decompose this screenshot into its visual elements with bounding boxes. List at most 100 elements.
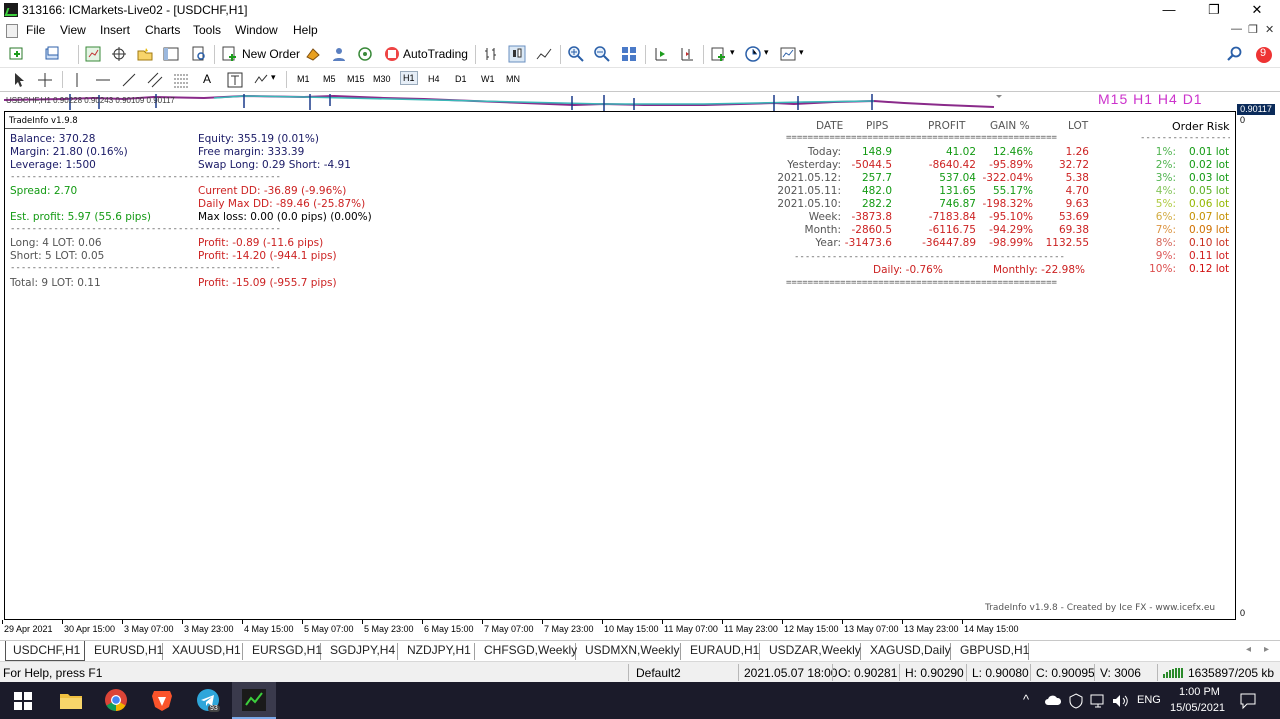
mini-chart-label: USDCHF,H1 0.90228 0.90243 0.90109 0.9011… — [6, 96, 175, 105]
market-watch-icon[interactable] — [84, 45, 102, 63]
onedrive-cloud-icon[interactable] — [1044, 694, 1062, 706]
menu-view[interactable]: View — [60, 23, 86, 37]
leverage-text: Leverage: 1:500 — [10, 159, 96, 171]
chart-tab[interactable]: NZDJPY,H1 — [400, 643, 475, 660]
trendline-icon[interactable] — [120, 71, 138, 89]
tabs-scroll-left-icon[interactable]: ◂ — [1246, 644, 1251, 655]
short-positions-text: Short: 5 LOT: 0.05 — [10, 250, 105, 262]
menu-tools[interactable]: Tools — [193, 23, 221, 37]
language-indicator[interactable]: ENG — [1137, 694, 1161, 706]
menu-file[interactable]: File — [26, 23, 45, 37]
timeframe-d1[interactable]: D1 — [455, 74, 467, 84]
equidistant-channel-icon[interactable] — [146, 71, 164, 89]
periods-clock-icon[interactable] — [744, 45, 762, 63]
chart-tab[interactable]: CHFSGD,Weekly — [477, 643, 577, 660]
profiles-icon[interactable] — [44, 45, 62, 63]
templates-icon[interactable] — [779, 45, 797, 63]
signals-icon[interactable] — [356, 45, 374, 63]
chart-shift-icon[interactable] — [678, 45, 696, 63]
search-icon[interactable] — [1226, 45, 1244, 63]
connection-bars-icon[interactable] — [1163, 667, 1185, 679]
new-chart-icon[interactable] — [8, 45, 26, 63]
data-window-icon[interactable] — [110, 45, 128, 63]
timeframe-w1[interactable]: W1 — [481, 74, 495, 84]
timeframe-m15[interactable]: M15 — [347, 74, 365, 84]
tabs-scroll-right-icon[interactable]: ▸ — [1264, 644, 1269, 655]
metaeditor-icon[interactable] — [304, 45, 322, 63]
chart-tab[interactable]: GBPUSD,H1 — [953, 643, 1029, 660]
text-tool-icon[interactable]: A — [203, 72, 211, 86]
close-button[interactable]: ✕ — [1234, 0, 1280, 20]
show-hidden-icons-icon[interactable]: ^ — [1023, 692, 1029, 707]
stats-cell-profit: -8640.42 — [928, 159, 976, 171]
mdi-close-icon[interactable]: ✕ — [1265, 23, 1274, 36]
zoom-out-icon[interactable] — [593, 45, 611, 63]
crosshair-icon[interactable] — [36, 71, 54, 89]
auto-scroll-icon[interactable] — [652, 45, 670, 63]
periods-dropdown-icon[interactable]: ▾ — [764, 47, 769, 58]
arrows-dropdown-icon[interactable]: ▾ — [271, 72, 276, 83]
file-explorer-icon[interactable] — [59, 690, 83, 710]
line-chart-icon[interactable] — [535, 45, 553, 63]
menu-insert[interactable]: Insert — [100, 23, 130, 37]
restore-button[interactable]: ❐ — [1191, 0, 1237, 20]
chart-tab[interactable]: EURUSD,H1 — [87, 643, 163, 660]
chart-tab[interactable]: EURSGD,H1 — [245, 643, 322, 660]
windows-start-icon[interactable] — [14, 692, 32, 710]
indicators-icon[interactable] — [710, 45, 728, 63]
indicators-dropdown-icon[interactable]: ▾ — [730, 47, 735, 58]
mdi-restore-icon[interactable]: ❐ — [1248, 23, 1258, 36]
terminal-icon[interactable] — [162, 45, 180, 63]
security-icon[interactable] — [1068, 693, 1084, 709]
vertical-line-icon[interactable] — [68, 71, 86, 89]
timeframe-m30[interactable]: M30 — [373, 74, 391, 84]
arrows-icon[interactable] — [252, 71, 270, 89]
new-order-icon[interactable] — [221, 45, 239, 63]
timeframe-h4[interactable]: H4 — [428, 74, 440, 84]
tradeinfo-separator-1: ----------------------------------------… — [10, 172, 281, 182]
cursor-icon[interactable] — [10, 71, 28, 89]
autotrading-icon[interactable] — [383, 45, 401, 63]
chart-tab[interactable]: USDZAR,Weekly — [762, 643, 861, 660]
taskbar-date[interactable]: 15/05/2021 — [1170, 702, 1225, 714]
minimize-button[interactable]: — — [1146, 0, 1192, 20]
chart-document-icon[interactable] — [6, 24, 18, 38]
templates-dropdown-icon[interactable]: ▾ — [799, 47, 804, 58]
tile-windows-icon[interactable] — [620, 45, 638, 63]
timeframe-h1[interactable]: H1 — [400, 71, 418, 85]
order-risk-lot: 0.05 lot — [1189, 185, 1230, 197]
chart-tab[interactable]: USDMXN,Weekly — [578, 643, 681, 660]
action-center-icon[interactable] — [1239, 692, 1257, 710]
zoom-in-icon[interactable] — [567, 45, 585, 63]
menu-help[interactable]: Help — [293, 23, 318, 37]
horizontal-line-icon[interactable] — [94, 71, 112, 89]
order-risk-percent: 4%: — [1155, 185, 1176, 197]
candlestick-chart-icon[interactable] — [508, 45, 526, 63]
timeframe-mn[interactable]: MN — [506, 74, 520, 84]
menu-window[interactable]: Window — [235, 23, 278, 37]
new-order-button[interactable]: New Order — [242, 47, 300, 61]
chart-tab[interactable]: SGDJPY,H4 — [323, 643, 398, 660]
chart-tab[interactable]: XAGUSD,Daily — [863, 643, 951, 660]
community-icon[interactable] — [330, 45, 348, 63]
chart-tab[interactable]: USDCHF,H1 — [5, 641, 85, 661]
brave-browser-icon[interactable] — [151, 688, 173, 712]
chrome-icon[interactable] — [104, 688, 128, 712]
navigator-icon[interactable] — [136, 45, 154, 63]
strategy-tester-icon[interactable] — [190, 45, 208, 63]
text-label-icon[interactable] — [226, 71, 244, 89]
bar-chart-icon[interactable] — [482, 45, 500, 63]
menu-charts[interactable]: Charts — [145, 23, 180, 37]
chart-tab[interactable]: XAUUSD,H1 — [165, 643, 243, 660]
timeframe-m1[interactable]: M1 — [297, 74, 310, 84]
volume-icon[interactable] — [1111, 693, 1129, 709]
fibonacci-icon[interactable] — [172, 71, 190, 89]
network-icon[interactable] — [1089, 693, 1107, 709]
autotrading-button[interactable]: AutoTrading — [403, 47, 468, 61]
metatrader-taskbar-button[interactable] — [232, 682, 276, 719]
timeframe-m5[interactable]: M5 — [323, 74, 336, 84]
chart-tab[interactable]: EURAUD,H1 — [683, 643, 760, 660]
taskbar-time[interactable]: 1:00 PM — [1179, 686, 1220, 698]
stats-cell-gain: -95.89% — [989, 159, 1033, 171]
mdi-minimize-icon[interactable]: — — [1231, 23, 1242, 35]
